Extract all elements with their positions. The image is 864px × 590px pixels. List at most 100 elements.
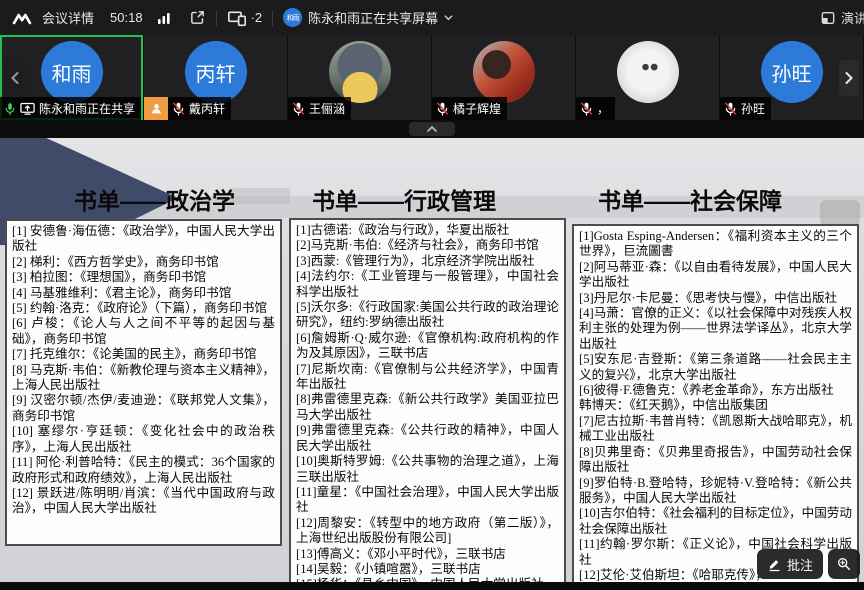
divider bbox=[272, 10, 273, 26]
view-layout-icon bbox=[820, 10, 836, 26]
mic-muted-icon bbox=[436, 102, 449, 116]
book-list-politics: [1] 安德鲁·海伍德：《政治学》，中国人民大学出版社[2] 梯利：《西方哲学史… bbox=[5, 219, 282, 546]
zoom-in-icon bbox=[836, 556, 852, 572]
participant-label: ， bbox=[576, 97, 615, 120]
app-logo-icon bbox=[12, 9, 32, 27]
book-item: [3] 柏拉图：《理想国》，商务印书馆 bbox=[12, 270, 275, 285]
background-photo bbox=[230, 188, 290, 204]
participant-strip: 和雨 陈永和雨正在共享 丙轩 bbox=[0, 35, 864, 120]
participant-name: 橘子辉煌 bbox=[453, 100, 501, 117]
open-external-icon[interactable] bbox=[189, 9, 206, 26]
book-item: [2] 梯利：《西方哲学史》，商务印书馆 bbox=[12, 255, 275, 270]
list-title-politics: 书单——政治学 bbox=[74, 182, 235, 216]
participant-label: 橘子辉煌 bbox=[432, 97, 507, 120]
avatar-image bbox=[473, 41, 535, 103]
shared-screen-content: 书单——政治学 书单——行政管理 书单——社会保障 [1] 安德鲁·海伍德：《政… bbox=[0, 138, 864, 590]
book-item: [2]马克斯·韦伯:《经济与社会》，商务印书馆 bbox=[296, 238, 559, 253]
network-signal-icon bbox=[157, 11, 171, 25]
book-list-administration: [1]古德诺:《政治与行政》，华夏出版社[2]马克斯·韦伯:《经济与社会》，商务… bbox=[289, 218, 566, 590]
scroll-left-button[interactable] bbox=[5, 60, 25, 96]
annotate-button[interactable]: 批注 bbox=[757, 549, 823, 579]
screens-count: ·2 bbox=[251, 10, 263, 25]
avatar-image bbox=[617, 41, 679, 103]
shared-screens-button[interactable]: ·2 bbox=[227, 9, 263, 27]
book-item: [7]尼斯坎南:《官僚制与公共经济学》，中国青年出版社 bbox=[296, 362, 559, 393]
view-mode-label: 演讲 bbox=[841, 8, 864, 27]
mic-muted-icon bbox=[724, 102, 737, 116]
participant-label: 孙旺 bbox=[720, 97, 771, 120]
book-item: [4]马萧：官僚的正义：《以社会保障中对残疾人权利主张的处理为例——世界法学译丛… bbox=[579, 306, 852, 352]
book-item: [8]弗雷德里克森:《新公共行政学》美国亚拉巴马大学出版社 bbox=[296, 392, 559, 423]
book-item: [5]安东尼·吉登斯：《第三条道路——社会民主主义的复兴》，北京大学出版社 bbox=[579, 352, 852, 383]
list-title-social-security: 书单——社会保障 bbox=[598, 182, 782, 216]
participant-name: 王俪涵 bbox=[309, 100, 345, 117]
sharing-status-dropdown[interactable]: 陈永和雨正在共享屏幕 bbox=[312, 8, 454, 27]
book-item: [1]古德诺:《政治与行政》，华夏出版社 bbox=[296, 223, 559, 238]
avatar-image bbox=[329, 41, 391, 103]
book-item: [9]罗伯特·B.登哈特，珍妮特·V.登哈特：《新公共服务》，中国人民大学出版社 bbox=[579, 476, 852, 507]
annotate-label: 批注 bbox=[787, 555, 813, 574]
participant-tile[interactable]: 丙轩 戴丙轩 bbox=[144, 35, 287, 120]
book-item: [7]尼古拉斯·韦普肖特：《凯恩斯大战哈耶克》，机械工业出版社 bbox=[579, 414, 852, 445]
strip-footer bbox=[0, 120, 864, 138]
book-item: [3]西蒙:《管理行为》，北京经济学院出版社 bbox=[296, 254, 559, 269]
mic-muted-icon bbox=[172, 102, 185, 116]
book-item: [5] 约翰·洛克：《政府论》（下篇），商务印书馆 bbox=[12, 301, 275, 316]
view-mode-button[interactable]: 演讲 bbox=[820, 0, 864, 35]
avatar: 丙轩 bbox=[185, 41, 247, 103]
book-item: [8] 马克斯·韦伯：《新教伦理与资本主义精神》，上海人民出版社 bbox=[12, 363, 275, 394]
book-item: [7] 托克维尔：《论美国的民主》，商务印书馆 bbox=[12, 347, 275, 362]
book-item: 韩博天：《红天鹅》，中信出版集团 bbox=[579, 398, 852, 413]
book-item: [10]奥斯特罗姆:《公共事物的治理之道》，上海三联出版社 bbox=[296, 454, 559, 485]
chevron-up-icon bbox=[426, 125, 438, 133]
avatar: 孙旺 bbox=[761, 41, 823, 103]
book-item: [9]弗雷德里克森:《公共行政的精神》，中国人民大学出版社 bbox=[296, 423, 559, 454]
host-badge bbox=[144, 97, 168, 120]
floating-toolbar: 批注 bbox=[757, 549, 860, 579]
book-item: [12]周黎安：《转型中的地方政府（第二版）》，上海世纪出版股份有限公司] bbox=[296, 516, 559, 547]
participant-name: 孙旺 bbox=[741, 100, 765, 117]
participant-tile[interactable]: 王俪涵 bbox=[288, 35, 431, 120]
meeting-details-link[interactable]: 会议详情 bbox=[42, 8, 94, 27]
chevron-right-icon bbox=[844, 71, 854, 85]
meeting-timer: 50:18 bbox=[110, 10, 143, 25]
book-item: [1]Gosta Esping-Andersen：《福利资本主义的三个世界》，巨… bbox=[579, 229, 852, 260]
book-item: [12] 景跃进/陈明明/肖滨：《当代中国政府与政治》，中国人民大学出版社 bbox=[12, 486, 275, 517]
participant-label: 戴丙轩 bbox=[168, 97, 231, 120]
participant-tile[interactable]: 橘子辉煌 bbox=[432, 35, 575, 120]
book-list-social-security: [1]Gosta Esping-Andersen：《福利资本主义的三个世界》，巨… bbox=[572, 224, 859, 590]
book-item: [9] 汉密尔顿/杰伊/麦迪逊：《联邦党人文集》，商务印书馆 bbox=[12, 393, 275, 424]
screen-share-icon bbox=[20, 102, 35, 115]
book-item: [8]贝弗里奇：《贝弗里奇报告》，中国劳动社会保障出版社 bbox=[579, 445, 852, 476]
scroll-right-button[interactable] bbox=[839, 60, 859, 96]
book-item: [4]法约尔:《工业管理与一般管理》，中国社会科学出版社 bbox=[296, 269, 559, 300]
chevron-left-icon bbox=[10, 71, 20, 85]
participant-name: ， bbox=[597, 100, 609, 117]
zoom-in-button[interactable] bbox=[828, 549, 860, 579]
book-item: [14]吴毅：《小镇喧嚣》，三联书店 bbox=[296, 562, 559, 577]
book-item: [2]阿马蒂亚·森：《以自由看待发展》，中国人民大学出版社 bbox=[579, 260, 852, 291]
letterbox-bottom bbox=[0, 582, 864, 590]
sharer-avatar: 和雨 bbox=[283, 8, 302, 27]
participant-tile[interactable]: ， bbox=[576, 35, 719, 120]
meeting-window: 会议详情 50:18 ·2 和雨 陈永和雨正在共享屏幕 bbox=[0, 0, 864, 590]
chevron-down-icon bbox=[443, 12, 454, 23]
book-item: [10]吉尔伯特：《社会福利的目标定位》，中国劳动社会保障出版社 bbox=[579, 506, 852, 537]
collapse-strip-button[interactable] bbox=[409, 122, 455, 136]
mic-muted-icon bbox=[580, 102, 593, 116]
participant-label: 王俪涵 bbox=[288, 97, 351, 120]
book-item: [13]傅高义：《邓小平时代》，三联书店 bbox=[296, 547, 559, 562]
pen-icon bbox=[767, 557, 782, 572]
mic-muted-icon bbox=[292, 102, 305, 116]
book-item: [6]詹姆斯·Q·威尔逊:《官僚机构:政府机构的作为及其原因》，三联书店 bbox=[296, 331, 559, 362]
book-item: [10] 塞缪尔·亨廷顿：《变化社会中的政治秩序》，上海人民出版社 bbox=[12, 424, 275, 455]
book-item: [3]丹尼尔·卡尼曼：《思考快与慢》，中信出版社 bbox=[579, 291, 852, 306]
participant-name: 陈永和雨正在共享 bbox=[39, 100, 135, 117]
book-item: [11]童星：《中国社会治理》，中国人民大学出版社 bbox=[296, 485, 559, 516]
book-item: [6]彼得·F.德鲁克：《养老金革命》，东方出版社 bbox=[579, 383, 852, 398]
book-item: [5]沃尔多:《行政国家:美国公共行政的政治理论研究》，纽约:罗纳德出版社 bbox=[296, 300, 559, 331]
mic-on-icon bbox=[4, 102, 16, 116]
screens-icon bbox=[227, 9, 247, 27]
divider bbox=[216, 10, 217, 26]
book-item: [11] 阿伦·利普哈特：《民主的模式：36个国家的政府形式和政府绩效》，上海人… bbox=[12, 455, 275, 486]
